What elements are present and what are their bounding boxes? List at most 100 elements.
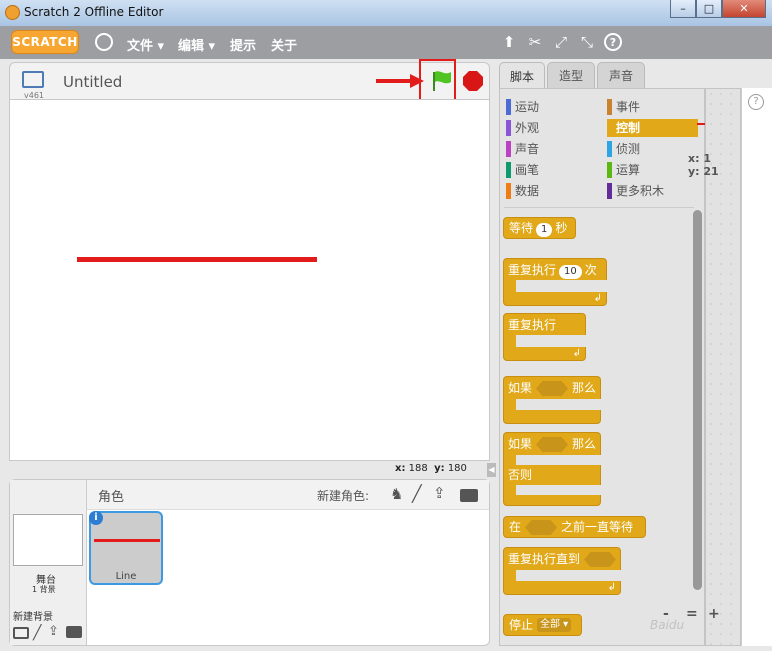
menu-bar: SCRATCH 文件 ▾ 编辑 ▾ 提示 关于 ⬆ ✂ ⤢ ⤡ ? [0,26,772,59]
block-stop-dropdown[interactable]: 全部 ▾ [537,618,572,632]
upload-sprite-icon[interactable]: ⇪ [433,484,446,502]
paint-backdrop-icon[interactable] [13,627,29,639]
paint-sprite-icon[interactable]: ╱ [412,484,422,503]
cut-icon[interactable]: ✂ [526,33,544,51]
coord-x-value: 188 [408,463,428,474]
block-repeat-until-mouth [516,570,622,581]
block-if-condition-slot[interactable] [536,381,569,396]
category-sensing[interactable]: 侦测 [607,140,640,158]
script-area-sprite-x: x: 1 [688,152,711,165]
project-title-input[interactable]: Untitled [63,73,122,91]
sprite-list-header: 角色 新建角色: ♞ ╱ ⇪ [87,480,489,510]
block-repeat-until-condition-slot[interactable] [584,552,617,567]
block-if-then[interactable]: 如果 那么 [503,376,602,424]
script-area[interactable]: x: 1 y: 21 [688,88,741,646]
category-data[interactable]: 数据 [506,182,539,200]
block-wait-until-condition-slot[interactable] [525,520,558,535]
block-wait-until-label: 在 [509,520,522,534]
line-sprite-on-stage[interactable] [77,257,317,262]
stage-backdrop-count: 1 背景 [32,585,56,594]
stage-thumbnail-column: 舞台 1 背景 新建背景 ╱ ⇪ [10,480,87,645]
menu-tips[interactable]: 提示 [230,35,256,54]
scratch-logo[interactable]: SCRATCH [11,30,79,54]
block-forever-mouth [516,335,587,347]
choose-sprite-icon[interactable]: ♞ [390,485,403,503]
new-sprite-label: 新建角色: [317,489,370,503]
language-globe-icon[interactable] [95,33,113,51]
block-forever-label: 重复执行 [508,318,557,332]
block-if-label: 如果 [508,381,533,395]
coord-x-label: x: [395,463,406,474]
script-area-sprite-y: y: 21 [688,165,719,178]
presentation-mode-icon[interactable] [22,71,44,88]
coord-y-value: 180 [447,463,467,474]
block-wait-until-suffix: 之前一直等待 [561,520,634,534]
block-if-else-condition-slot[interactable] [536,437,569,452]
watermark: Baidu [650,618,685,632]
stage-header: v461 Untitled [9,59,490,114]
right-panel-edge: ? [741,88,772,646]
block-if-else-mouth-1 [516,455,602,465]
block-stop[interactable]: 停止 全部 ▾ [503,614,582,636]
camera-sprite-icon[interactable] [460,489,478,502]
loop-arrow-icon: ↲ [593,293,602,304]
tab-scripts[interactable]: 脚本 [499,62,545,89]
category-sound[interactable]: 声音 [506,140,539,158]
category-looks[interactable]: 外观 [506,119,539,137]
block-wait-unit: 秒 [555,221,568,235]
category-motion[interactable]: 运动 [506,98,539,116]
category-events[interactable]: 事件 [607,98,640,116]
upload-backdrop-icon[interactable]: ⇪ [48,624,59,639]
block-if-else-label: 如果 [508,437,533,451]
stop-sign-icon[interactable] [462,70,484,92]
help-icon[interactable]: ? [604,33,622,51]
menu-file[interactable]: 文件 ▾ [127,35,164,54]
block-forever[interactable]: 重复执行 ↲ [503,313,587,361]
sprite-line-preview [94,539,160,542]
menu-about[interactable]: 关于 [271,35,297,54]
new-backdrop-label: 新建背景 [13,612,53,623]
brush-backdrop-icon[interactable]: ╱ [33,625,41,641]
block-if-mouth [516,399,602,410]
block-if-else[interactable]: 如果 那么 否则 [503,432,602,506]
menu-edit[interactable]: 编辑 ▾ [178,35,215,54]
zoom-reset-icon[interactable]: = [686,606,698,622]
stage-thumbnail[interactable] [13,514,83,566]
block-wait-input[interactable]: 1 [536,223,553,237]
sprite-thumbnail-line[interactable]: Line i [89,511,163,585]
block-repeat-until-label: 重复执行直到 [508,552,581,566]
block-repeat-until[interactable]: 重复执行直到 ↲ [503,547,622,595]
category-operators[interactable]: 运算 [607,161,640,179]
shrink-icon[interactable]: ⤡ [578,33,596,51]
minimize-button[interactable]: – [670,0,696,18]
sprites-title: 角色 [98,490,125,505]
block-stop-option: 全部 [540,619,560,630]
grow-icon[interactable]: ⤢ [552,33,570,51]
duplicate-icon[interactable]: ⬆ [500,33,518,51]
block-repeat-mouth [516,280,608,292]
close-button[interactable]: ✕ [722,0,766,18]
zoom-in-icon[interactable]: + [708,606,720,622]
tab-sounds[interactable]: 声音 [597,62,645,88]
block-if-else-mouth-2 [516,485,602,495]
maximize-button[interactable]: □ [696,0,722,18]
green-flag-icon[interactable] [430,69,454,93]
info-icon[interactable]: i [89,511,103,525]
tab-costumes[interactable]: 造型 [547,62,595,88]
category-pen[interactable]: 画笔 [506,161,539,179]
category-control[interactable]: 控制 [607,119,698,137]
stage-canvas[interactable] [9,99,490,461]
collapse-stage-icon[interactable]: ◀ [487,463,496,477]
camera-backdrop-icon[interactable] [66,626,82,638]
block-wait-seconds[interactable]: 等待 1 秒 [503,217,576,239]
palette-scrollbar[interactable] [693,210,702,590]
block-repeat-label: 重复执行 [508,263,557,277]
sprite-name: Line [115,571,137,582]
block-repeat-input[interactable]: 10 [559,265,582,279]
block-wait-label: 等待 [509,221,534,235]
block-repeat[interactable]: 重复执行 10 次 ↲ [503,258,608,306]
block-repeat-unit: 次 [584,263,597,277]
help-circle-icon[interactable]: ? [748,94,764,110]
block-wait-until[interactable]: 在 之前一直等待 [503,516,646,538]
category-more-blocks[interactable]: 更多积木 [607,182,664,200]
